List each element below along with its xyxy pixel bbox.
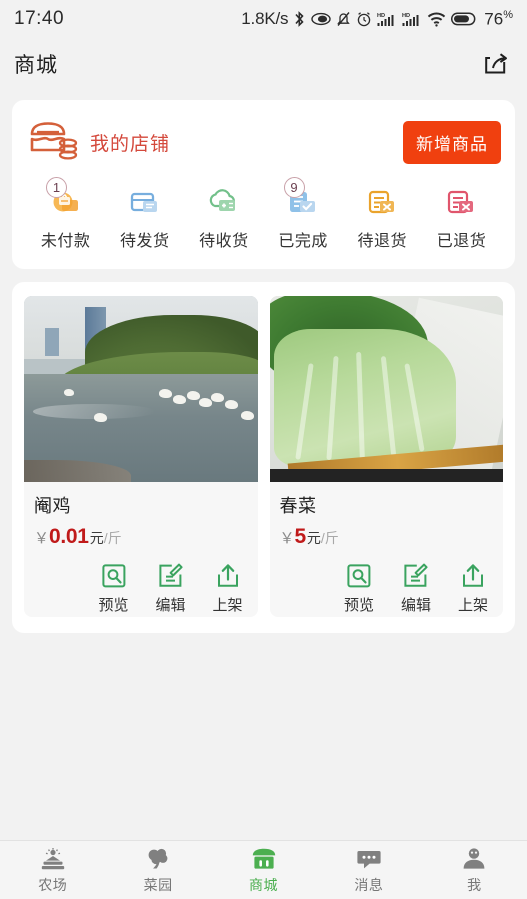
publish-label: 上架: [212, 597, 243, 614]
product-card[interactable]: 阉鸡 ￥ 0.01 元 /斤 预览 编辑 上架: [24, 296, 258, 617]
hd-signal-two-icon: HD: [402, 11, 422, 27]
status-badge-unpaid: 1: [46, 177, 67, 198]
share-icon[interactable]: [479, 47, 513, 81]
publish-icon: [458, 561, 488, 591]
product-title: 阉鸡: [34, 496, 71, 516]
product-grid: 阉鸡 ￥ 0.01 元 /斤 预览 编辑 上架 春菜 ￥ 5 元 /斤 预览 编…: [24, 296, 503, 617]
nav-label-store: 商城: [249, 876, 279, 893]
preview-label: 预览: [343, 597, 374, 614]
shop-header-row: 我的店铺 新增商品: [26, 116, 501, 168]
shop-name: 我的店铺: [90, 133, 171, 155]
garden-tree-icon: [144, 846, 172, 872]
order-status-row: 1 未付款 待发货 待收货 9 已完成 待退货 已退货: [26, 177, 501, 259]
publish-action[interactable]: 上架: [451, 561, 495, 615]
status-badge-completed: 9: [283, 177, 305, 198]
add-product-button[interactable]: 新增商品: [403, 120, 501, 164]
status-label-returned: 已退货: [436, 233, 487, 250]
preview-icon: [99, 561, 129, 591]
price-weight-unit: /斤: [320, 530, 339, 546]
price-weight-unit: /斤: [103, 530, 122, 546]
nav-label-garden: 菜园: [143, 876, 173, 893]
currency-symbol: ￥: [34, 530, 50, 547]
status-label-completed: 已完成: [278, 233, 328, 250]
nav-item-message[interactable]: 消息: [316, 846, 421, 895]
to-ship-box-icon: [128, 186, 162, 220]
nav-item-farm[interactable]: 农场: [0, 846, 105, 895]
nav-label-profile: 我: [467, 876, 482, 893]
edit-action[interactable]: 编辑: [149, 561, 193, 615]
preview-label: 预览: [98, 597, 129, 614]
status-label-pending-return: 待退货: [357, 233, 408, 250]
preview-icon: [344, 561, 374, 591]
preview-action[interactable]: 预览: [337, 561, 381, 615]
status-bar: 17:40 1.8K/s HD HD 76%: [0, 0, 527, 38]
edit-label: 编辑: [155, 597, 186, 614]
currency-symbol: ￥: [279, 530, 295, 547]
edit-label: 编辑: [400, 597, 431, 614]
alarm-icon: [356, 11, 372, 27]
svg-text:HD: HD: [377, 13, 385, 19]
green-vegetable-photo: [269, 296, 503, 482]
nav-item-store[interactable]: 商城: [211, 846, 316, 895]
shop-card: 我的店铺 新增商品 1 未付款 待发货 待收货 9 已完成 待退货 已退货: [12, 100, 515, 269]
river-ducks-photo: [24, 296, 258, 482]
nav-item-profile[interactable]: 我: [422, 846, 527, 895]
wifi-icon: [427, 12, 446, 27]
product-info: 春菜 ￥ 5 元 /斤: [270, 482, 504, 557]
edit-icon: [156, 561, 186, 591]
battery-percent: 76%: [484, 8, 513, 29]
product-price: ￥ 0.01 元 /斤: [34, 525, 248, 549]
mute-icon: [336, 11, 351, 27]
profile-icon: [460, 846, 488, 872]
price-yuan-unit: 元: [89, 530, 104, 546]
price-amount: 0.01: [49, 525, 89, 548]
status-label-unpaid: 未付款: [40, 233, 91, 250]
price-yuan-unit: 元: [306, 530, 321, 546]
nav-item-garden[interactable]: 菜园: [105, 846, 210, 895]
bluetooth-icon: [293, 10, 306, 28]
nav-label-message: 消息: [354, 876, 384, 893]
product-list-card: 阉鸡 ￥ 0.01 元 /斤 预览 编辑 上架 春菜 ￥ 5 元 /斤 预览 编…: [12, 282, 515, 633]
bottom-navigation: 农场 菜园 商城 消息 我: [0, 840, 527, 899]
status-label-to-receive: 待收货: [199, 233, 249, 250]
product-actions: 预览 编辑 上架: [270, 557, 504, 617]
edit-icon: [401, 561, 431, 591]
product-info: 阉鸡 ￥ 0.01 元 /斤: [24, 482, 258, 557]
status-label-to-ship: 待发货: [120, 233, 170, 250]
status-icons: 1.8K/s HD HD 76%: [241, 9, 513, 30]
nav-label-farm: 农场: [38, 876, 68, 893]
product-title: 春菜: [279, 496, 317, 516]
publish-action[interactable]: 上架: [206, 561, 250, 615]
price-amount: 5: [294, 525, 307, 548]
message-icon: [355, 846, 383, 872]
storefront-icon: [26, 119, 82, 165]
store-icon: [250, 846, 278, 872]
data-saver-icon: [311, 12, 331, 26]
svg-text:HD: HD: [402, 13, 410, 19]
title-bar: 商城: [0, 38, 527, 90]
pending-return-icon: [365, 186, 399, 220]
product-card[interactable]: 春菜 ￥ 5 元 /斤 预览 编辑 上架: [269, 296, 504, 617]
preview-action[interactable]: 预览: [92, 561, 136, 615]
to-receive-icon: [207, 186, 241, 220]
status-time: 17:40: [14, 8, 65, 29]
status-item-pending-return[interactable]: 待退货: [343, 186, 422, 251]
publish-label: 上架: [457, 597, 488, 614]
product-actions: 预览 编辑 上架: [24, 557, 258, 617]
network-speed: 1.8K/s: [241, 9, 289, 28]
returned-icon: [444, 186, 478, 220]
status-item-completed[interactable]: 9 已完成: [264, 177, 343, 251]
page-title: 商城: [14, 54, 58, 77]
farm-icon: [39, 846, 67, 872]
product-price: ￥ 5 元 /斤: [280, 525, 494, 549]
edit-action[interactable]: 编辑: [394, 561, 438, 615]
status-item-returned[interactable]: 已退货: [422, 186, 501, 251]
status-item-to-ship[interactable]: 待发货: [105, 186, 184, 251]
app-screen: 17:40 1.8K/s HD HD 76% 商城 我的店铺 新增商品 1 未付…: [0, 0, 527, 899]
battery-icon: [451, 12, 477, 26]
status-item-unpaid[interactable]: 1 未付款: [26, 177, 105, 251]
publish-icon: [213, 561, 243, 591]
hd-signal-one-icon: HD: [377, 11, 397, 27]
status-item-to-receive[interactable]: 待收货: [184, 186, 263, 251]
